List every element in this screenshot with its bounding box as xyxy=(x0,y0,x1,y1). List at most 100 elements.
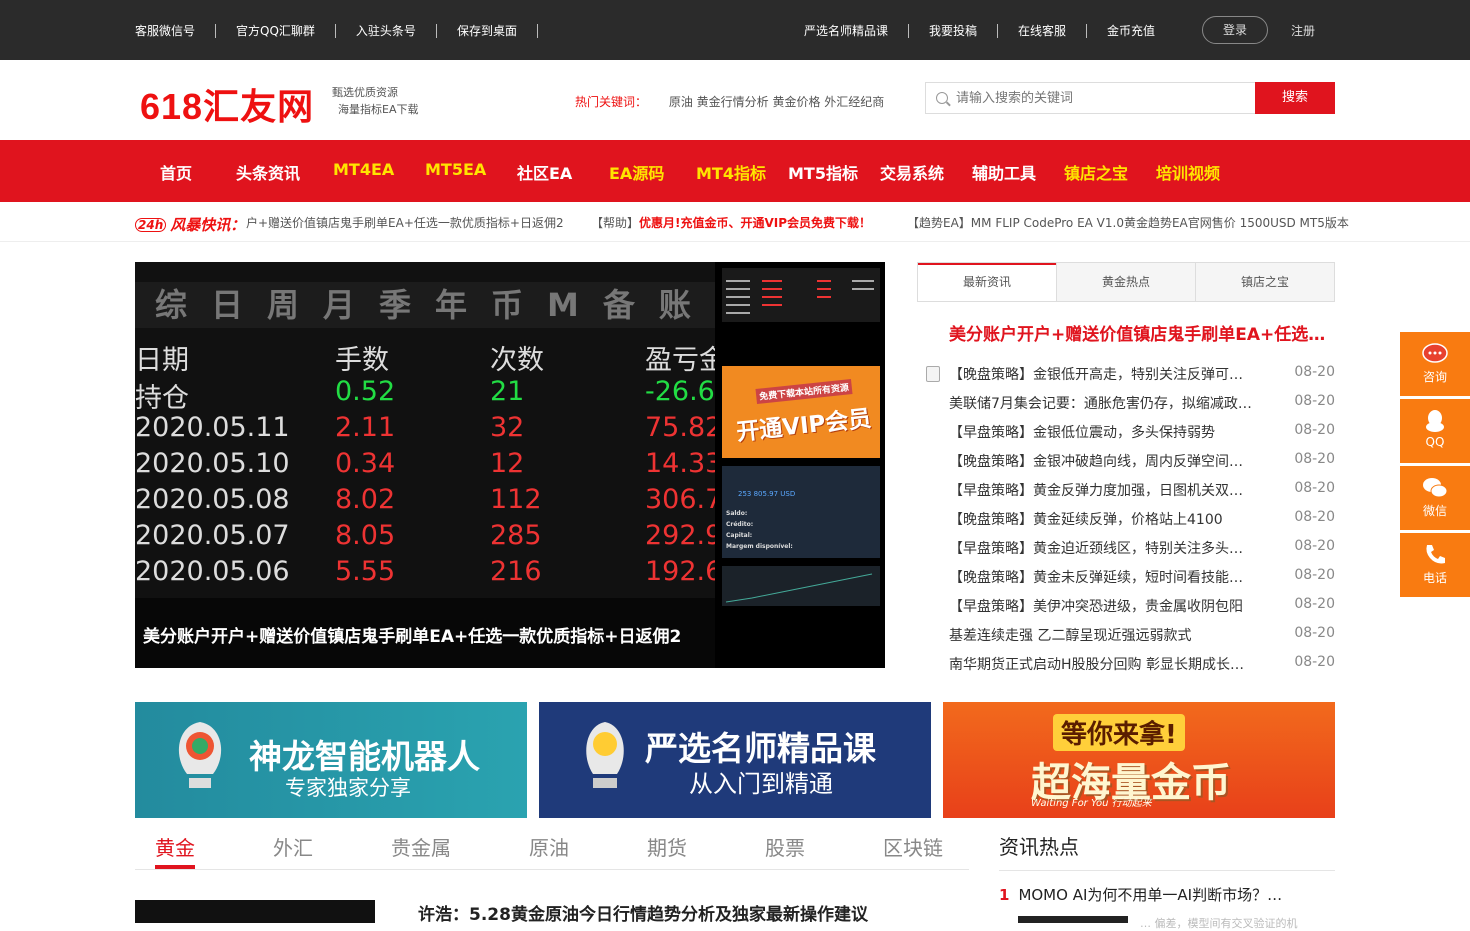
list-item[interactable]: 【早盘策略】美伊冲突恐进级，贵金属收阴包阳 08-20 xyxy=(949,594,1335,623)
active-tab-underline xyxy=(155,865,195,869)
tab-treasures[interactable]: 镇店之宝 xyxy=(1195,263,1334,301)
cell-pnl: -26.6 xyxy=(645,376,715,407)
news-title[interactable]: 【晚盘策略】黄金延续反弹，价格站上4100 xyxy=(949,509,1254,529)
news-title[interactable]: 基差连续走强 乙二醇呈现近强远弱款式 xyxy=(949,625,1254,645)
tab-latest[interactable]: 最新资讯 xyxy=(918,263,1056,301)
slide-thumbnail[interactable] xyxy=(722,268,880,322)
cell-date: 2020.05.08 xyxy=(135,484,290,515)
news-title[interactable]: 【晚盘策略】黄金未反弹延续，短时间看技能面修复 xyxy=(949,567,1254,587)
top-link-wechat[interactable]: 客服微信号 xyxy=(135,22,195,39)
list-item[interactable]: 【晚盘策略】金银低开高走，特别关注反弹可能性 08-20 xyxy=(949,362,1335,391)
nav-item-mt5-indicators[interactable]: MT5指标 xyxy=(788,160,858,184)
tab-gold[interactable]: 黄金 xyxy=(155,832,195,861)
news-date: 08-20 xyxy=(1294,567,1335,583)
top-link-courses[interactable]: 严选名师精品课 xyxy=(804,22,888,39)
list-item[interactable]: 【晚盘策略】金银冲破趋向线，周内反弹空间扩大 08-20 xyxy=(949,449,1335,478)
list-item[interactable]: 【晚盘策略】黄金未反弹延续，短时间看技能面修复 08-20 xyxy=(949,565,1335,594)
divider xyxy=(215,23,217,38)
divider xyxy=(435,23,437,38)
list-item[interactable]: 美联储7月集会记要：通胀危害仍存，拟缩减政策支持 08-20 xyxy=(949,391,1335,420)
phone-amount: 253 805.97 USD xyxy=(738,490,796,498)
trophy-icon xyxy=(178,722,222,788)
ticker-message[interactable]: 【趋势EA】MM FLIP CodePro EA V1.0黄金趋势EA官网售价 … xyxy=(907,214,1349,231)
nav-item-community-ea[interactable]: 社区EA xyxy=(517,160,572,184)
ticker-message[interactable]: 户+赠送价值镇店鬼手刷单EA+任选一款优质指标+日返佣2 xyxy=(246,214,564,231)
news-headline[interactable]: 美分账户开户+赠送价值镇店鬼手刷单EA+任选一款优质指标 xyxy=(949,320,1334,345)
slide-thumbnail[interactable]: 253 805.97 USD Saldo: Crédito: Capital: … xyxy=(722,466,880,558)
login-button[interactable]: 登录 xyxy=(1202,16,1268,44)
list-item[interactable]: 【早盘策略】黄金反弹力度加强，日图机关双底成型 08-20 xyxy=(949,478,1335,507)
list-item[interactable]: 【早盘策略】金银低位震动，多头保持弱势 08-20 xyxy=(949,420,1335,449)
hot-item-title[interactable]: MOMO AI为何不用单一AI判断市场？… xyxy=(1018,886,1282,904)
list-item[interactable]: 【早盘策略】黄金迫近颈线区，特别关注多头突破 08-20 xyxy=(949,536,1335,565)
news-title[interactable]: 美联储7月集会记要：通胀危害仍存，拟缩减政策支持 xyxy=(949,393,1254,413)
nav-item-tools[interactable]: 辅助工具 xyxy=(972,160,1036,184)
nav-item-mt5ea[interactable]: MT5EA xyxy=(425,160,486,179)
ticker-message[interactable]: 【帮助】优惠月!充值金币、开通VIP会员免费下载！ xyxy=(591,214,871,231)
nav-item-home[interactable]: 首页 xyxy=(160,160,192,184)
nav-item-trading-systems[interactable]: 交易系统 xyxy=(880,160,944,184)
divider xyxy=(908,23,910,38)
news-title[interactable]: 【早盘策略】黄金迫近颈线区，特别关注多头突破 xyxy=(949,538,1254,558)
hot-item[interactable]: 1 MOMO AI为何不用单一AI判断市场？… xyxy=(999,884,1282,905)
top-link-recharge[interactable]: 金币充值 xyxy=(1107,22,1155,39)
cell-lots: 8.02 xyxy=(335,484,396,515)
nav-item-mt4ea[interactable]: MT4EA xyxy=(333,160,394,179)
hero-slider[interactable]: 综日周月季年币M备账 日期 手数 次数 盈亏金 持仓 0.52 21 -26.6… xyxy=(135,262,885,668)
tab-precious-metals[interactable]: 贵金属 xyxy=(391,832,451,861)
news-title[interactable]: 【早盘策略】金银低位震动，多头保持弱势 xyxy=(949,422,1254,442)
search-input[interactable] xyxy=(956,83,1251,113)
phone-icon xyxy=(1426,545,1445,564)
list-item[interactable]: 基差连续走强 乙二醇呈现近强远弱款式 08-20 xyxy=(949,623,1335,652)
article-thumbnail[interactable] xyxy=(135,900,375,923)
float-consult-button[interactable]: 咨询 xyxy=(1400,332,1470,396)
news-title[interactable]: 南华期货正式启动H股股分回购 彰显长期成长信心 xyxy=(949,654,1254,674)
nav-item-treasures[interactable]: 镇店之宝 xyxy=(1064,160,1128,184)
tab-blockchain[interactable]: 区块链 xyxy=(883,832,943,861)
search-button[interactable]: 搜索 xyxy=(1255,82,1335,114)
search-box xyxy=(925,82,1255,114)
list-item[interactable]: 【晚盘策略】黄金延续反弹，价格站上4100 08-20 xyxy=(949,507,1335,536)
article-title[interactable]: 许浩：5.28黄金原油今日行情趋势分析及独家最新操作建议 xyxy=(418,900,868,925)
top-link-toutiao[interactable]: 入驻头条号 xyxy=(356,22,416,39)
hot-keywords: 热门关键词： 原油 黄金行情分析 黄金价格 外汇经纪商 xyxy=(575,93,884,110)
slide-thumbnail[interactable] xyxy=(722,566,880,606)
news-title[interactable]: 【晚盘策略】金银低开高走，特别关注反弹可能性 xyxy=(949,364,1254,384)
tab-crude-oil[interactable]: 原油 xyxy=(529,832,569,861)
tab-gold-hot[interactable]: 黄金热点 xyxy=(1056,263,1195,301)
banner-robot[interactable]: 神龙智能机器人 专家独家分享 xyxy=(135,702,527,818)
news-title[interactable]: 【早盘策略】黄金反弹力度加强，日图机关双底成型 xyxy=(949,480,1254,500)
site-logo[interactable]: 618汇友网 xyxy=(140,78,314,130)
register-link[interactable]: 注册 xyxy=(1291,22,1315,39)
cell-pnl: 192.6 xyxy=(645,556,715,587)
top-link-submit[interactable]: 我要投稿 xyxy=(929,22,977,39)
slide-thumbnail[interactable]: 免费下载本站所有资源 开通VIP会员 xyxy=(722,366,880,458)
slide-caption[interactable]: 美分账户开户+赠送价值镇店鬼手刷单EA+任选一款优质指标+日返佣2 xyxy=(135,598,715,668)
hot-keywords-list[interactable]: 原油 黄金行情分析 黄金价格 外汇经纪商 xyxy=(669,95,884,109)
slide-image[interactable]: 综日周月季年币M备账 日期 手数 次数 盈亏金 持仓 0.52 21 -26.6… xyxy=(135,262,715,668)
nav-item-videos[interactable]: 培训视频 xyxy=(1156,160,1220,184)
tab-futures[interactable]: 期货 xyxy=(647,832,687,861)
float-label: QQ xyxy=(1425,435,1445,449)
nav-item-headlines[interactable]: 头条资讯 xyxy=(236,160,300,184)
top-link-qq-group[interactable]: 官方QQ汇聊群 xyxy=(236,22,315,39)
news-title[interactable]: 【早盘策略】美伊冲突恐进级，贵金属收阴包阳 xyxy=(949,596,1254,616)
hot-item-thumbnail[interactable] xyxy=(1018,916,1128,923)
float-phone-button[interactable]: 电话 xyxy=(1400,533,1470,597)
cell-date: 2020.05.10 xyxy=(135,448,290,479)
banner-coins[interactable]: 等你来拿! 超海量金币 Waiting For You 行动起来 xyxy=(943,702,1335,818)
tab-forex[interactable]: 外汇 xyxy=(273,832,313,861)
cell-count: 12 xyxy=(490,448,525,479)
list-item[interactable]: 南华期货正式启动H股股分回购 彰显长期成长信心 08-20 xyxy=(949,652,1335,681)
ticker-24h-icon: 24h xyxy=(135,217,167,232)
tab-stocks[interactable]: 股票 xyxy=(765,832,805,861)
float-wechat-button[interactable]: 微信 xyxy=(1400,466,1470,530)
top-link-save-desktop[interactable]: 保存到桌面 xyxy=(457,22,517,39)
banner-courses[interactable]: 严选名师精品课 从入门到精通 xyxy=(539,702,931,818)
nav-item-mt4-indicators[interactable]: MT4指标 xyxy=(696,160,766,184)
thumbnail-chart-graphic xyxy=(725,573,873,603)
nav-item-ea-source[interactable]: EA源码 xyxy=(609,160,664,184)
top-link-service[interactable]: 在线客服 xyxy=(1018,22,1066,39)
float-qq-button[interactable]: QQ xyxy=(1400,399,1470,463)
news-title[interactable]: 【晚盘策略】金银冲破趋向线，周内反弹空间扩大 xyxy=(949,451,1254,471)
